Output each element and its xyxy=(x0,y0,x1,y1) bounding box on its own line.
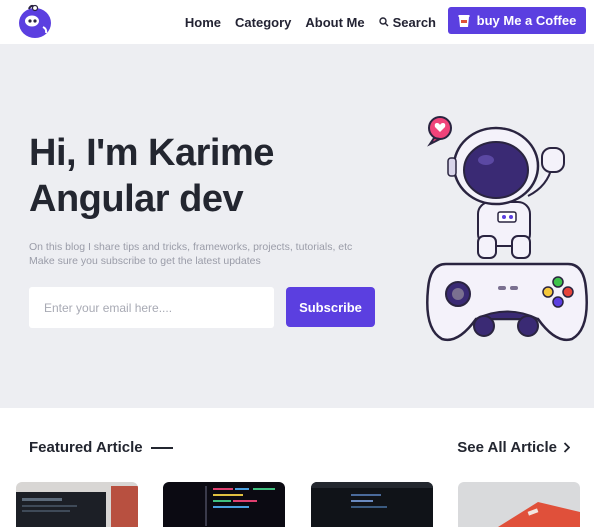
article-thumbnail-code xyxy=(163,482,285,527)
hero-title-line1: Hi, I'm Karime xyxy=(29,132,274,174)
article-card[interactable] xyxy=(16,482,138,527)
article-thumbnail-dark-laptop xyxy=(311,482,433,527)
nav-category[interactable]: Category xyxy=(235,15,291,30)
article-thumbnail-laptop xyxy=(16,482,138,527)
article-card[interactable] xyxy=(163,482,285,527)
hero-desc-line1: On this blog I share tips and tricks, fr… xyxy=(29,241,353,253)
article-card[interactable] xyxy=(458,482,580,527)
featured-article-heading: Featured Article xyxy=(29,439,173,456)
article-cards xyxy=(16,482,594,527)
article-thumbnail-book xyxy=(458,482,580,527)
subscribe-button[interactable]: Subscribe xyxy=(286,287,375,327)
astronaut-gamepad-illustration xyxy=(426,116,588,342)
coffee-cup-icon xyxy=(458,14,470,27)
email-input[interactable] xyxy=(29,287,274,328)
nav-about-me[interactable]: About Me xyxy=(305,15,364,30)
see-all-article-link[interactable]: See All Article xyxy=(457,439,570,456)
hero-description: On this blog I share tips and tricks, fr… xyxy=(29,240,409,268)
see-all-text: See All Article xyxy=(457,439,557,456)
featured-title-text: Featured Article xyxy=(29,439,143,456)
search-icon xyxy=(378,17,389,27)
coffee-label: buy Me a Coffee xyxy=(476,13,577,28)
hero-title: Hi, I'm Karime Angular dev xyxy=(29,130,359,222)
chevron-right-icon xyxy=(563,442,570,453)
article-card[interactable] xyxy=(311,482,433,527)
search-label: Search xyxy=(392,14,436,30)
heading-dash xyxy=(150,446,173,449)
hero-section: Hi, I'm Karime Angular dev On this blog … xyxy=(0,44,594,408)
nav-links: Home Category About Me Search xyxy=(185,0,436,44)
nav-search[interactable]: Search xyxy=(378,14,436,30)
buy-me-a-coffee-button[interactable]: buy Me a Coffee xyxy=(448,7,586,34)
ghost-logo-icon[interactable] xyxy=(15,3,55,39)
top-navbar: Home Category About Me Search buy Me a C… xyxy=(0,0,594,44)
hero-desc-line2: Make sure you subscribe to get the lates… xyxy=(29,255,261,267)
hero-title-line2: Angular dev xyxy=(29,178,244,220)
nav-home[interactable]: Home xyxy=(185,15,221,30)
